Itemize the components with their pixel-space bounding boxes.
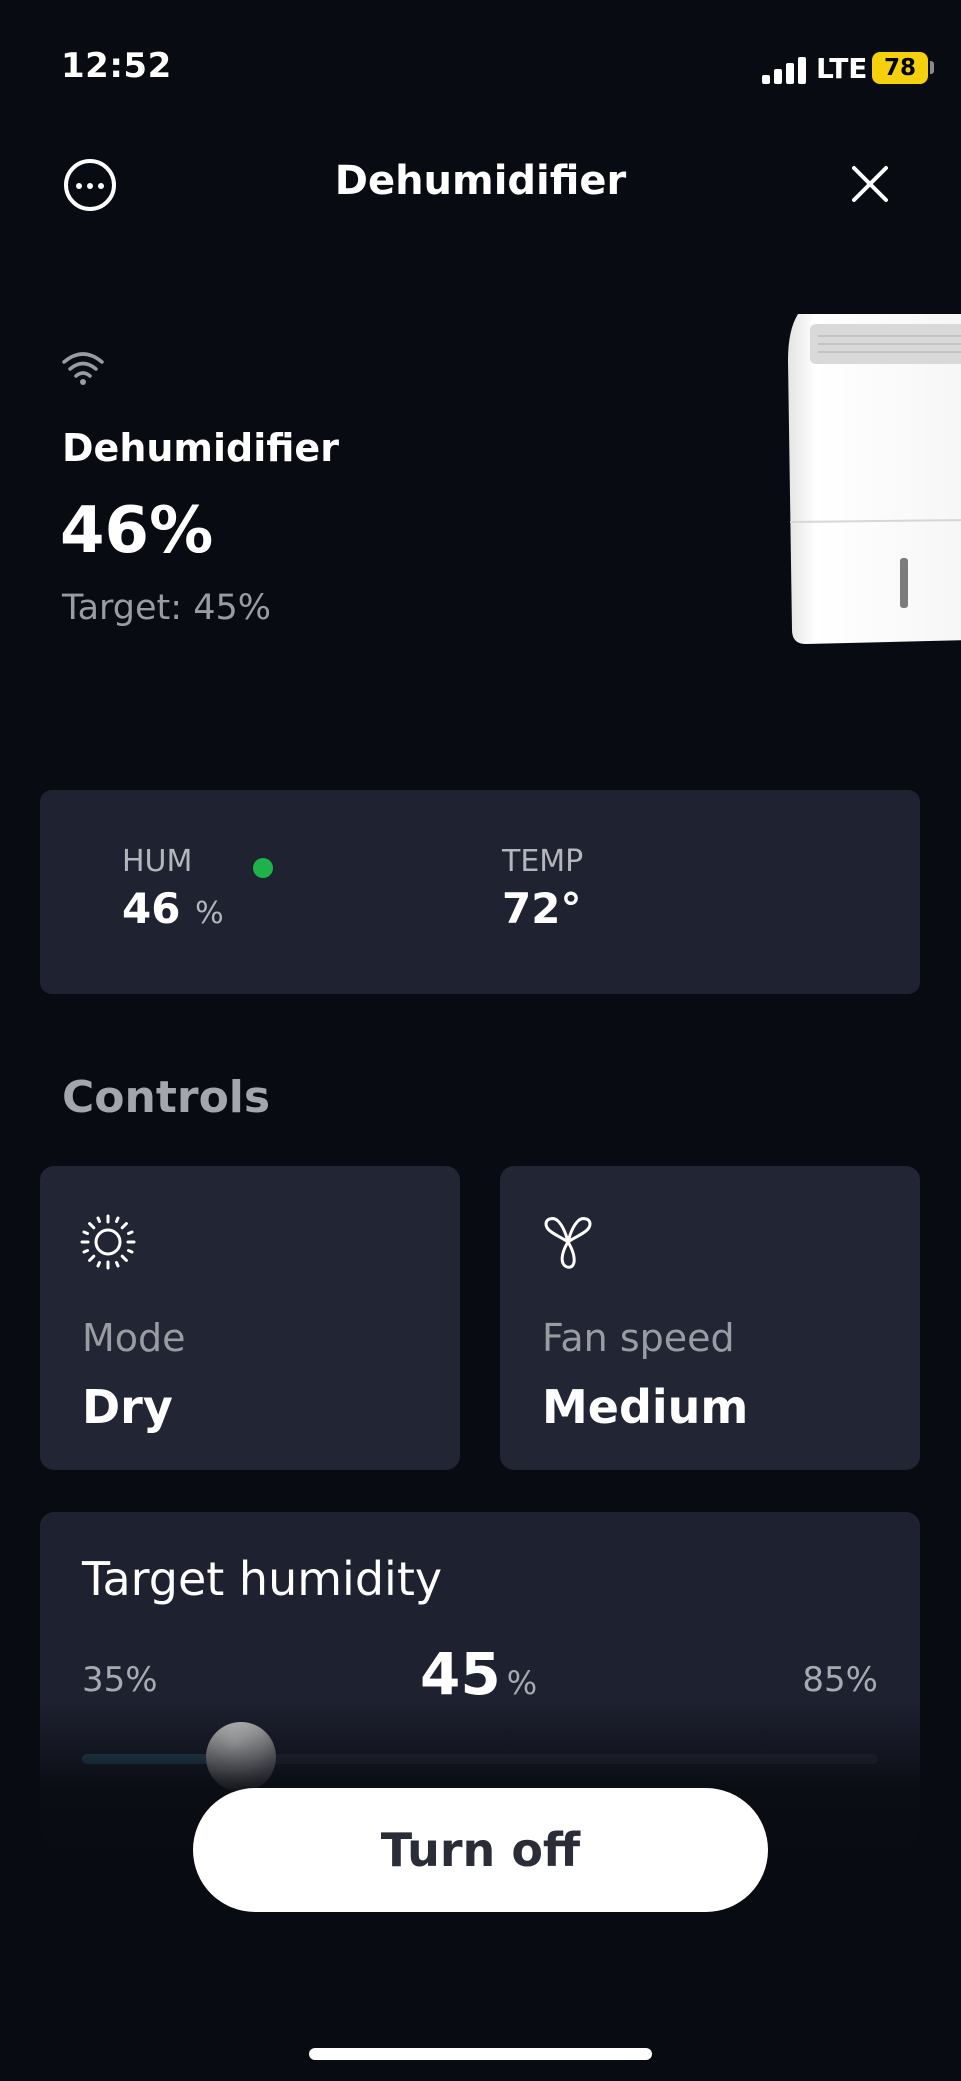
mode-value: Dry	[82, 1380, 173, 1434]
dehumidifier-image	[788, 314, 961, 644]
slider-min-label: 35%	[82, 1660, 158, 1700]
humidity-stat-label: HUM	[122, 844, 193, 879]
current-humidity: 46%	[60, 494, 214, 568]
target-humidity-summary: Target: 45%	[62, 588, 271, 628]
target-humidity-value: 45%	[420, 1640, 537, 1708]
network-type: LTE	[816, 52, 868, 85]
mode-label: Mode	[82, 1316, 186, 1360]
temp-stat-label: TEMP	[502, 844, 584, 879]
wifi-icon	[62, 352, 104, 385]
humidity-status-dot	[253, 858, 273, 878]
turn-off-button[interactable]: Turn off	[193, 1788, 768, 1912]
target-humidity-number: 45	[420, 1640, 501, 1708]
page-title: Dehumidifier	[334, 158, 627, 204]
target-humidity-unit: %	[506, 1664, 538, 1702]
device-name: Dehumidifier	[62, 426, 339, 470]
slider-max-label: 85%	[802, 1660, 878, 1700]
fan-speed-value: Medium	[542, 1380, 749, 1434]
sun-icon	[80, 1214, 136, 1270]
humidity-stat-number: 46	[122, 884, 181, 933]
sensor-stats-card: HUM 46 % TEMP 72°	[40, 790, 920, 994]
fan-speed-label: Fan speed	[542, 1316, 735, 1360]
temp-stat-value: 72°	[502, 884, 582, 933]
cellular-signal-icon	[762, 56, 808, 84]
controls-heading: Controls	[62, 1072, 271, 1123]
humidity-stat-unit: %	[195, 896, 224, 931]
humidity-stat-value: 46 %	[122, 884, 224, 933]
battery-level: 78	[872, 52, 928, 84]
home-indicator	[309, 2048, 652, 2060]
fan-icon	[544, 1217, 592, 1269]
battery-tip	[930, 61, 934, 74]
status-time: 12:52	[61, 46, 172, 86]
fan-speed-control-card[interactable]: Fan speed Medium	[500, 1166, 920, 1470]
close-icon[interactable]	[846, 160, 894, 208]
mode-control-card[interactable]: Mode Dry	[40, 1166, 460, 1470]
target-humidity-title: Target humidity	[82, 1552, 443, 1606]
